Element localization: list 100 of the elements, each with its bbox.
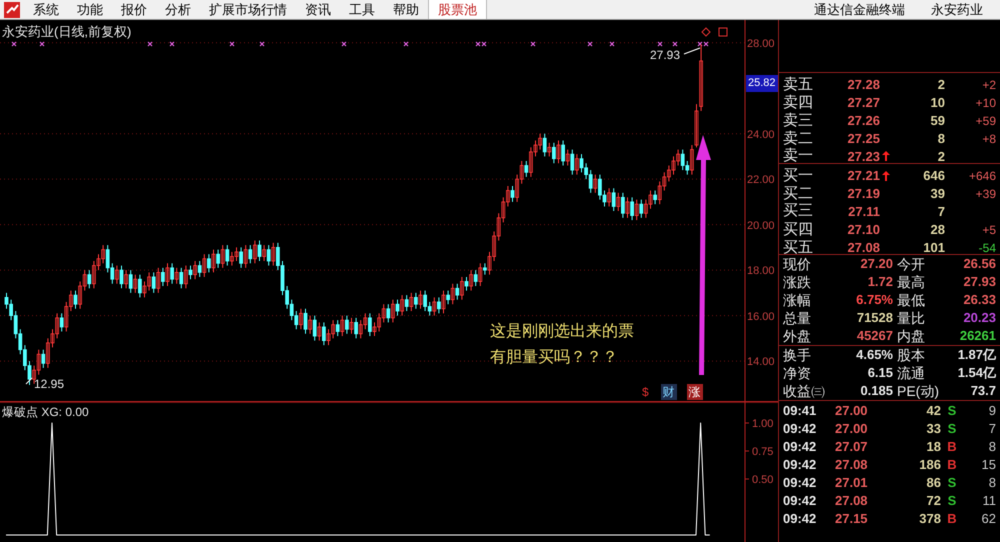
trade-time: 09:42 [783, 492, 818, 510]
price-tick: 18.00 [747, 264, 775, 280]
quote-label: 最高 [896, 272, 926, 292]
indicator-title: 爆破点 XG: 0.00 [2, 404, 89, 421]
crosshair-price: 25.82 [746, 75, 778, 92]
book-change: +8 [982, 132, 996, 146]
trade-time: 09:42 [783, 510, 818, 528]
indicator-tick: 0.75 [752, 445, 774, 460]
trade-side: B [946, 456, 958, 474]
quote-value: 1.72 [866, 273, 893, 292]
menu-item[interactable]: 帮助 [384, 0, 428, 19]
trade-count: 8 [988, 438, 996, 456]
price-tick: 28.00 [747, 36, 775, 52]
trade-price: 27.15 [835, 510, 869, 528]
trade-price: 27.08 [835, 492, 869, 510]
chart-title: 永安药业(日线,前复权) [2, 23, 132, 41]
low-price-label: 12.95 [34, 376, 64, 393]
square-icon [718, 28, 728, 36]
quote-label: 流通 [896, 364, 926, 382]
book-change: +59 [976, 114, 996, 128]
book-label: 卖三 [783, 110, 814, 130]
trade-count: 8 [988, 474, 996, 492]
quote-value: 6.15 [866, 364, 893, 382]
quote-label: 现价 [783, 254, 812, 274]
menu-item[interactable]: 报价 [112, 0, 156, 19]
book-label: 卖四 [783, 92, 814, 112]
book-change: +646 [968, 169, 996, 183]
quote-value: 0.185 [859, 382, 893, 400]
quote-label: 涨幅 [783, 290, 812, 310]
menu-item[interactable]: 功能 [68, 0, 112, 19]
quote-label: 量比 [896, 308, 926, 328]
trade-volume: 86 [926, 474, 941, 492]
trade-side: S [946, 474, 958, 492]
quote-label: 收益㈢ [783, 382, 826, 400]
trade-count: 7 [988, 420, 996, 438]
book-label: 买二 [783, 184, 814, 203]
quote-value: 45267 [856, 327, 893, 346]
event-marker[interactable]: 财 [660, 384, 677, 400]
trade-time: 09:42 [783, 456, 818, 474]
menu-item[interactable]: 分析 [156, 0, 200, 19]
cross-mark-icon [147, 41, 153, 47]
book-price: 27.19 [847, 185, 880, 204]
trade-price: 27.00 [835, 402, 869, 420]
cross-mark-icon [530, 41, 536, 47]
trade-price: 27.01 [835, 474, 869, 492]
book-change: +2 [982, 78, 996, 92]
trade-side: S [946, 402, 958, 420]
trade-volume: 33 [926, 420, 941, 438]
quote-label: 总量 [783, 308, 812, 328]
menu-item[interactable]: 资讯 [296, 0, 340, 19]
trade-count: 11 [982, 492, 996, 510]
high-price-label: 27.93 [650, 48, 680, 62]
quote-label: 今开 [896, 254, 926, 274]
quote-value: 27.20 [859, 255, 893, 274]
cross-mark-icon [169, 41, 175, 47]
cross-mark-icon [587, 41, 593, 47]
price-tick: 14.00 [747, 355, 775, 370]
book-volume: 2 [936, 148, 945, 166]
book-price: 27.28 [847, 76, 880, 94]
book-change: +10 [976, 96, 996, 110]
menu-title: 通达信金融终端 [813, 0, 906, 19]
menu-item[interactable]: 系统 [24, 0, 68, 19]
trade-volume: 18 [926, 438, 941, 456]
trade-volume: 72 [926, 492, 941, 510]
trade-count: 9 [988, 402, 996, 420]
cross-mark-icon [403, 41, 409, 47]
cross-mark-icon [259, 41, 265, 47]
book-price: 27.21 [847, 167, 880, 186]
book-label: 买一 [783, 166, 814, 186]
app-logo-icon [4, 2, 20, 18]
book-volume: 59 [930, 112, 945, 130]
quote-value: 26261 [958, 327, 996, 346]
trade-time: 09:42 [783, 420, 818, 438]
cross-mark-icon [39, 41, 45, 47]
book-price: 27.25 [847, 130, 880, 148]
menu-item[interactable]: 股票池 [428, 0, 487, 19]
menu-item[interactable]: 工具 [340, 0, 384, 19]
cross-mark-icon [341, 41, 347, 47]
menu-item[interactable]: 扩展市场行情 [200, 0, 296, 19]
cross-mark-icon [11, 41, 17, 47]
book-volume: 10 [930, 94, 945, 112]
event-marker[interactable]: $ [640, 384, 651, 400]
quote-value: 4.65% [855, 346, 893, 364]
event-marker[interactable]: 涨 [686, 384, 703, 400]
quote-value: 6.75% [855, 291, 893, 310]
trade-price: 27.00 [835, 420, 869, 438]
indicator-tick: 1.00 [752, 417, 774, 432]
annotation-text: 有胆量买吗？？？ [490, 348, 619, 368]
price-tick: 20.00 [747, 218, 775, 234]
quote-label: 最低 [896, 290, 926, 310]
book-price: 27.26 [847, 112, 880, 130]
leader-line [26, 378, 32, 384]
book-label: 卖二 [783, 128, 814, 148]
cross-mark-icon [657, 41, 663, 47]
trade-price: 27.07 [835, 438, 869, 456]
quote-value: 26.56 [962, 255, 996, 274]
trade-volume: 42 [926, 402, 941, 420]
book-volume: 7 [936, 202, 945, 220]
book-label: 买三 [783, 201, 814, 221]
book-volume: 28 [930, 221, 945, 240]
